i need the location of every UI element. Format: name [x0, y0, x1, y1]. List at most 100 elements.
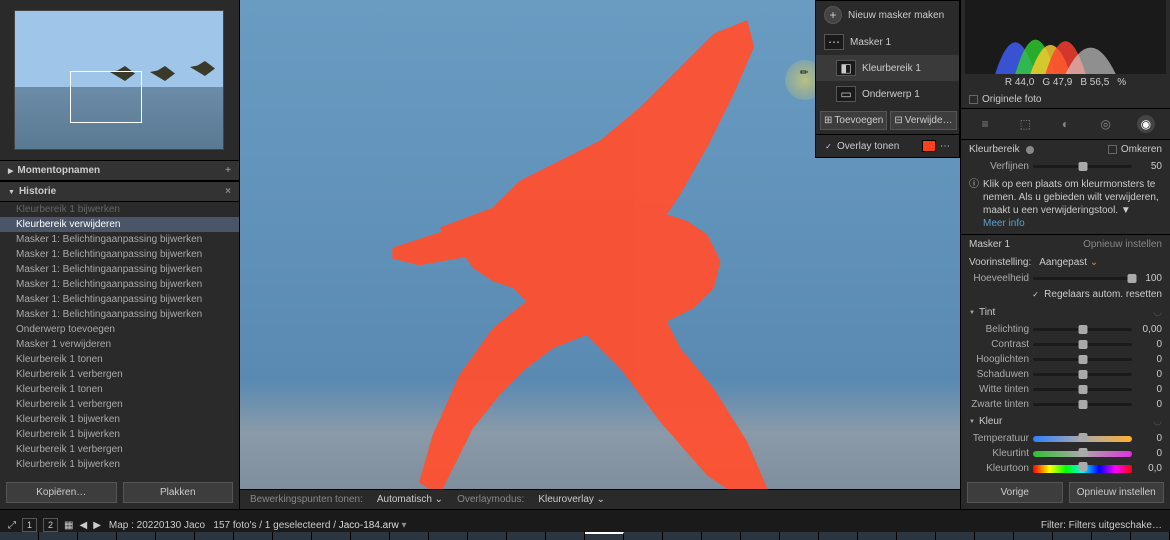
whites-slider[interactable]: Witte tinten0: [961, 382, 1170, 397]
eye-icon[interactable]: ◡: [1153, 307, 1162, 318]
remove-mask-button[interactable]: ⊟Verwijde…: [890, 111, 956, 130]
shadows-slider[interactable]: Schaduwen0: [961, 367, 1170, 382]
filmstrip-frame[interactable]: [819, 532, 858, 540]
redeye-tool-icon[interactable]: ◎: [1097, 115, 1115, 133]
blacks-slider[interactable]: Zwarte tinten0: [961, 397, 1170, 412]
history-item[interactable]: Masker 1: Belichtingaanpassing bijwerken: [0, 307, 239, 322]
filmstrip-frame[interactable]: [858, 532, 897, 540]
temperature-slider[interactable]: Temperatuur0: [961, 431, 1170, 446]
mask-subject[interactable]: ▭ Onderwerp 1: [816, 81, 959, 107]
history-item[interactable]: Kleurbereik 1 bijwerken: [0, 412, 239, 427]
filmstrip-frame[interactable]: [273, 532, 312, 540]
filmstrip-frame[interactable]: [936, 532, 975, 540]
expand-icon[interactable]: ⤢: [8, 520, 16, 531]
more-info-link[interactable]: Meer info: [983, 218, 1025, 229]
filmstrip-frame[interactable]: [1092, 532, 1131, 540]
filmstrip-frame[interactable]: [897, 532, 936, 540]
history-item[interactable]: Masker 1: Belichtingaanpassing bijwerken: [0, 277, 239, 292]
mask-tool-icon[interactable]: ◉: [1137, 115, 1155, 133]
crop-tool-icon[interactable]: ⬚: [1016, 115, 1034, 133]
filmstrip-frame[interactable]: [624, 532, 663, 540]
history-item[interactable]: Kleurbereik 1 tonen: [0, 382, 239, 397]
history-item[interactable]: Kleurbereik 1 bijwerken: [0, 457, 239, 472]
add-mask-button[interactable]: ⊞Toevoegen: [820, 111, 887, 130]
prev-icon[interactable]: ◀: [79, 520, 87, 531]
tint-slider[interactable]: Kleurtint0: [961, 446, 1170, 461]
filmstrip-frame[interactable]: [39, 532, 78, 540]
contrast-slider[interactable]: Contrast0: [961, 337, 1170, 352]
filmstrip-frame[interactable]: [468, 532, 507, 540]
exposure-slider[interactable]: Belichting0,00: [961, 322, 1170, 337]
filmstrip-frame[interactable]: [0, 532, 39, 540]
filmstrip-frame[interactable]: [702, 532, 741, 540]
filmstrip-frame[interactable]: [546, 532, 585, 540]
history-item[interactable]: Kleurbereik 1 verbergen: [0, 397, 239, 412]
history-item[interactable]: Kleurbereik 1 tonen: [0, 352, 239, 367]
history-header[interactable]: ▼Historie ×: [0, 181, 239, 202]
navigator-thumbnail[interactable]: [14, 10, 224, 150]
filmstrip-frame[interactable]: [1053, 532, 1092, 540]
previous-button[interactable]: Vorige: [967, 482, 1063, 503]
mask-color-range[interactable]: ◧ Kleurbereik 1: [816, 55, 959, 81]
snapshots-header[interactable]: ▶Momentopnamen +: [0, 160, 239, 181]
color-group-header[interactable]: Kleur◡: [961, 412, 1170, 431]
grid-icon[interactable]: ▦: [64, 520, 73, 531]
new-mask-button[interactable]: + Nieuw masker maken: [816, 1, 959, 29]
invert-toggle[interactable]: Omkeren: [1108, 144, 1162, 155]
canvas[interactable]: ✎ + Nieuw masker maken ⋯ Masker 1 ◧ Kleu…: [240, 0, 960, 509]
refine-slider[interactable]: Verfijnen 50: [961, 159, 1170, 174]
filter-control[interactable]: Filter: Filters uitgeschake…: [1041, 520, 1162, 531]
heal-tool-icon[interactable]: ◐: [1056, 115, 1074, 133]
filmstrip-frame[interactable]: [1014, 532, 1053, 540]
filmstrip-frame[interactable]: [585, 532, 624, 540]
preset-row[interactable]: Voorinstelling: Aangepast ⌄: [961, 254, 1170, 271]
overlay-menu-icon[interactable]: ⋯: [940, 141, 951, 152]
filmstrip-frame[interactable]: [78, 532, 117, 540]
filmstrip-frame[interactable]: [780, 532, 819, 540]
eyedropper-icon[interactable]: [1026, 146, 1034, 154]
history-item[interactable]: Kleurbereik 1 bijwerken: [0, 202, 239, 217]
filmstrip-frame[interactable]: [351, 532, 390, 540]
reset-button[interactable]: Opnieuw instellen: [1069, 482, 1165, 503]
view-2-button[interactable]: 2: [43, 518, 58, 532]
overlay-mode-dropdown[interactable]: Kleuroverlay ⌄: [538, 494, 605, 505]
filmstrip-frame[interactable]: [390, 532, 429, 540]
filmstrip-frame[interactable]: [234, 532, 273, 540]
history-item[interactable]: Masker 1: Belichtingaanpassing bijwerken: [0, 232, 239, 247]
history-item[interactable]: Onderwerp toevoegen: [0, 322, 239, 337]
filmstrip-frame[interactable]: [1131, 532, 1170, 540]
history-close-icon[interactable]: ×: [225, 186, 231, 197]
auto-reset-row[interactable]: ✓Regelaars autom. resetten: [961, 286, 1170, 303]
copy-button[interactable]: Kopiëren…: [6, 482, 117, 503]
filmstrip-frame[interactable]: [117, 532, 156, 540]
amount-slider[interactable]: Hoeveelheid 100: [961, 271, 1170, 286]
history-item[interactable]: Kleurbereik 1 verbergen: [0, 367, 239, 382]
filmstrip-frame[interactable]: [741, 532, 780, 540]
history-item[interactable]: Kleurbereik 1 verbergen: [0, 442, 239, 457]
hue-slider[interactable]: Kleurtoon0,0: [961, 461, 1170, 476]
highlights-slider[interactable]: Hooglichten0: [961, 352, 1170, 367]
eye-icon[interactable]: ◡: [1153, 416, 1162, 427]
filmstrip-frame[interactable]: [663, 532, 702, 540]
filmstrip-frame[interactable]: [507, 532, 546, 540]
filmstrip-frame[interactable]: [429, 532, 468, 540]
history-item[interactable]: Masker 1: Belichtingaanpassing bijwerken: [0, 292, 239, 307]
history-item[interactable]: Kleurbereik verwijderen: [0, 217, 239, 232]
filmstrip-frame[interactable]: [312, 532, 351, 540]
reset-mask-link[interactable]: Opnieuw instellen: [1083, 239, 1162, 250]
overlay-checkbox[interactable]: ✓: [824, 142, 833, 151]
filmstrip-frame[interactable]: [975, 532, 1014, 540]
filmstrip-frame[interactable]: [195, 532, 234, 540]
add-snapshot-icon[interactable]: +: [225, 165, 231, 176]
history-item[interactable]: Masker 1 verwijderen: [0, 337, 239, 352]
paste-button[interactable]: Plakken: [123, 482, 234, 503]
histogram[interactable]: [965, 0, 1166, 74]
next-icon[interactable]: ▶: [93, 520, 101, 531]
edit-tool-icon[interactable]: ≡: [976, 115, 994, 133]
tint-group-header[interactable]: Tint◡: [961, 303, 1170, 322]
breadcrumb[interactable]: Map : 20220130 Jaco 157 foto's / 1 gesel…: [109, 520, 407, 531]
history-item[interactable]: Masker 1: Belichtingaanpassing bijwerken: [0, 262, 239, 277]
edit-points-dropdown[interactable]: Automatisch ⌄: [377, 494, 443, 505]
history-item[interactable]: Masker 1: Belichtingaanpassing bijwerken: [0, 247, 239, 262]
history-item[interactable]: Kleurbereik 1 bijwerken: [0, 427, 239, 442]
